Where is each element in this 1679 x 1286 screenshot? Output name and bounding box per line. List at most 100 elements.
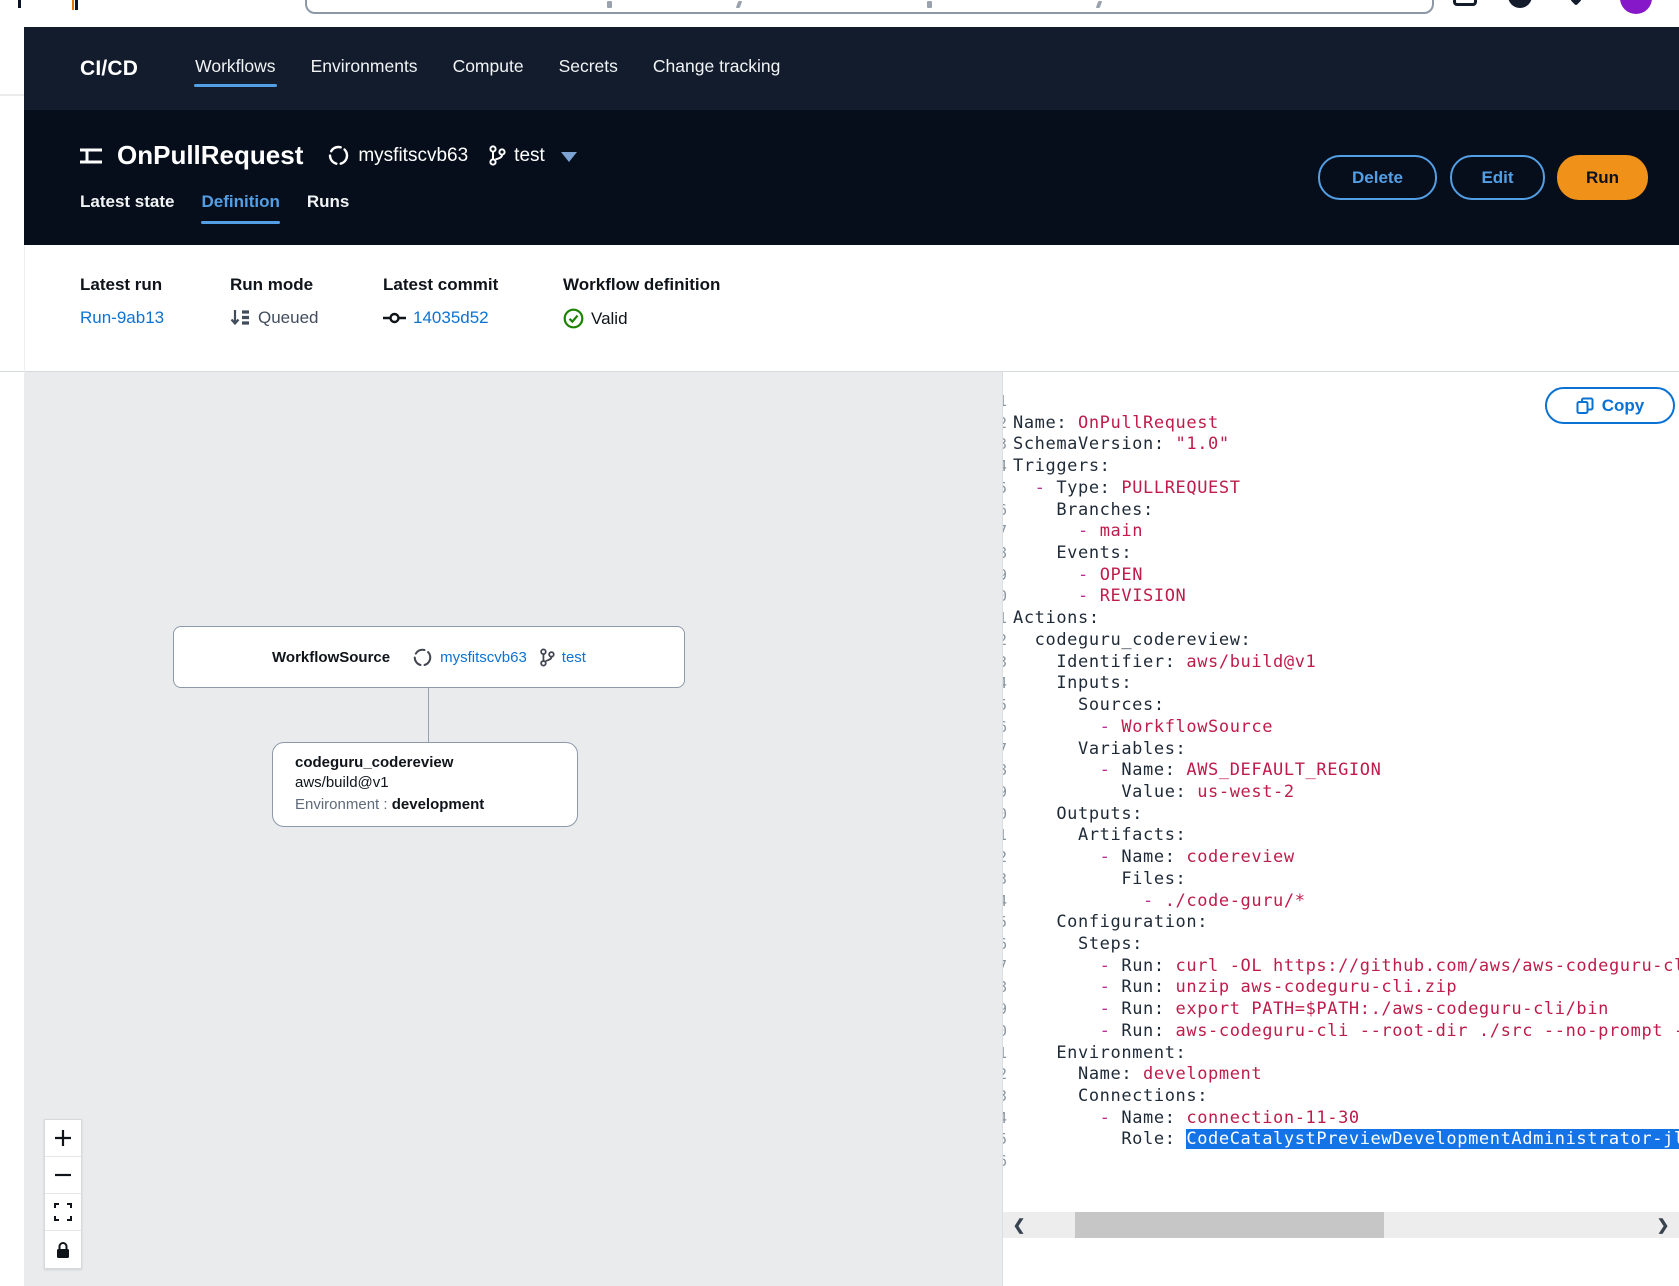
yaml-line: 5 - Type: PULLREQUEST	[1002, 478, 1679, 500]
yaml-line: 8 Events:	[1002, 543, 1679, 565]
latest-run-label: Latest run	[80, 275, 164, 295]
copy-button-label: Copy	[1602, 396, 1645, 416]
line-number: 35	[1002, 1129, 1013, 1151]
line-number: 17	[1002, 739, 1013, 761]
line-number: 2	[1002, 413, 1013, 435]
branch-icon	[488, 145, 506, 166]
horizontal-scrollbar[interactable]: ❮ ❯	[1003, 1212, 1679, 1238]
avatar[interactable]	[1620, 0, 1652, 14]
line-number: 7	[1002, 521, 1013, 543]
latest-commit-link[interactable]: 14035d52	[413, 308, 489, 328]
yaml-line: 7 - main	[1002, 521, 1679, 543]
line-number: 18	[1002, 760, 1013, 782]
yaml-line: 22 - Name: codereview	[1002, 847, 1679, 869]
line-number: 29	[1002, 999, 1013, 1021]
scroll-left-arrow[interactable]: ❮	[1009, 1212, 1029, 1238]
latest-run-column: Latest run Run-9ab13	[80, 275, 164, 328]
nav-item-workflows[interactable]: Workflows	[194, 50, 276, 87]
cicd-brand: CI/CD	[80, 57, 138, 81]
latest-commit-column: Latest commit 14035d52	[383, 275, 498, 328]
yaml-line: 23 Files:	[1002, 869, 1679, 891]
action-node-identifier: aws/build@v1	[295, 774, 577, 791]
zoom-in-button[interactable]	[45, 1120, 81, 1157]
zoom-out-button[interactable]	[45, 1157, 81, 1194]
apps-icon[interactable]	[1453, 0, 1477, 6]
lock-icon	[55, 1241, 71, 1259]
lock-button[interactable]	[45, 1231, 81, 1268]
clipped-text-fragment	[75, 0, 78, 10]
yaml-code-editor[interactable]: 12Name: OnPullRequest3SchemaVersion: "1.…	[1002, 391, 1679, 1173]
line-number: 33	[1002, 1086, 1013, 1108]
edit-button[interactable]: Edit	[1450, 155, 1545, 200]
tab-runs[interactable]: Runs	[307, 192, 350, 224]
workflow-diagram-canvas[interactable]: WorkflowSource mysfitscvb63 test codegur…	[24, 372, 1002, 1286]
repository-icon	[327, 144, 350, 167]
nav-item-change-tracking[interactable]: Change tracking	[652, 50, 781, 87]
yaml-line: 35 Role: CodeCatalystPreviewDevelopmentA…	[1002, 1129, 1679, 1151]
yaml-line: 27 - Run: curl -OL https://github.com/aw…	[1002, 956, 1679, 978]
copy-button[interactable]: Copy	[1545, 387, 1675, 424]
yaml-line: 21 Artifacts:	[1002, 825, 1679, 847]
line-number: 32	[1002, 1064, 1013, 1086]
scroll-right-arrow[interactable]: ❯	[1653, 1212, 1673, 1238]
yaml-line: 18 - Name: AWS_DEFAULT_REGION	[1002, 760, 1679, 782]
help-icon[interactable]	[1508, 0, 1532, 8]
line-number: 20	[1002, 804, 1013, 826]
branch-dropdown-caret[interactable]	[561, 152, 577, 162]
commit-icon	[383, 311, 406, 325]
action-node-environment: Environment : development	[295, 796, 577, 813]
codeguru-codereview-node[interactable]: codeguru_codereview aws/build@v1 Environ…	[272, 742, 578, 827]
clipped-placeholder-fragment	[736, 1, 743, 8]
node-repo-link[interactable]: mysfitscvb63	[440, 649, 527, 666]
search-input[interactable]	[305, 0, 1434, 14]
line-number: 30	[1002, 1021, 1013, 1043]
line-number: 25	[1002, 912, 1013, 934]
workflow-icon	[78, 146, 104, 166]
workflow-definition-label: Workflow definition	[563, 275, 720, 295]
yaml-line: 26 Steps:	[1002, 934, 1679, 956]
yaml-line: 30 - Run: aws-codeguru-cli --root-dir ./…	[1002, 1021, 1679, 1043]
repo-name[interactable]: mysfitscvb63	[358, 145, 468, 167]
yaml-line: 3SchemaVersion: "1.0"	[1002, 434, 1679, 456]
line-number: 19	[1002, 782, 1013, 804]
fit-view-button[interactable]	[45, 1194, 81, 1231]
line-number: 28	[1002, 977, 1013, 999]
tab-latest-state[interactable]: Latest state	[80, 192, 174, 224]
yaml-line: 24 - ./code-guru/*	[1002, 891, 1679, 913]
diagram-zoom-controls	[44, 1119, 82, 1269]
nav-item-environments[interactable]: Environments	[310, 50, 419, 87]
yaml-line: 10 - REVISION	[1002, 586, 1679, 608]
tab-definition[interactable]: Definition	[201, 192, 279, 224]
yaml-line: 34 - Name: connection-11-30	[1002, 1108, 1679, 1130]
valid-check-icon	[563, 308, 584, 329]
line-number: 8	[1002, 543, 1013, 565]
line-number: 9	[1002, 565, 1013, 587]
clipped-placeholder-fragment	[927, 1, 932, 8]
workflow-source-node[interactable]: WorkflowSource mysfitscvb63 test	[173, 626, 685, 688]
caret-icon	[1570, 0, 1581, 6]
line-number: 3	[1002, 434, 1013, 456]
yaml-line: 12 codeguru_codereview:	[1002, 630, 1679, 652]
latest-commit-label: Latest commit	[383, 275, 498, 295]
environment-label: Environment	[295, 796, 379, 813]
cicd-navbar: CI/CD Workflows Environments Compute Secret…	[24, 27, 1679, 110]
nav-item-secrets[interactable]: Secrets	[558, 50, 619, 87]
line-number: 21	[1002, 825, 1013, 847]
clipped-placeholder-fragment	[1096, 1, 1103, 8]
scrollbar-thumb[interactable]	[1075, 1212, 1384, 1238]
yaml-line: 28 - Run: unzip aws-codeguru-cli.zip	[1002, 977, 1679, 999]
latest-run-link[interactable]: Run-9ab13	[80, 308, 164, 328]
line-number: 5	[1002, 478, 1013, 500]
run-button[interactable]: Run	[1557, 155, 1648, 200]
workflow-definition-value: Valid	[591, 309, 628, 329]
branch-name[interactable]: test	[514, 145, 545, 167]
nav-item-compute[interactable]: Compute	[452, 50, 525, 87]
line-number: 23	[1002, 869, 1013, 891]
minus-icon	[53, 1165, 73, 1185]
delete-button[interactable]: Delete	[1318, 155, 1437, 200]
node-branch-link[interactable]: test	[562, 649, 586, 666]
line-number: 14	[1002, 673, 1013, 695]
environment-value: development	[392, 796, 485, 813]
action-node-title: codeguru_codereview	[295, 754, 577, 771]
clipped-text-fragment	[18, 0, 21, 8]
